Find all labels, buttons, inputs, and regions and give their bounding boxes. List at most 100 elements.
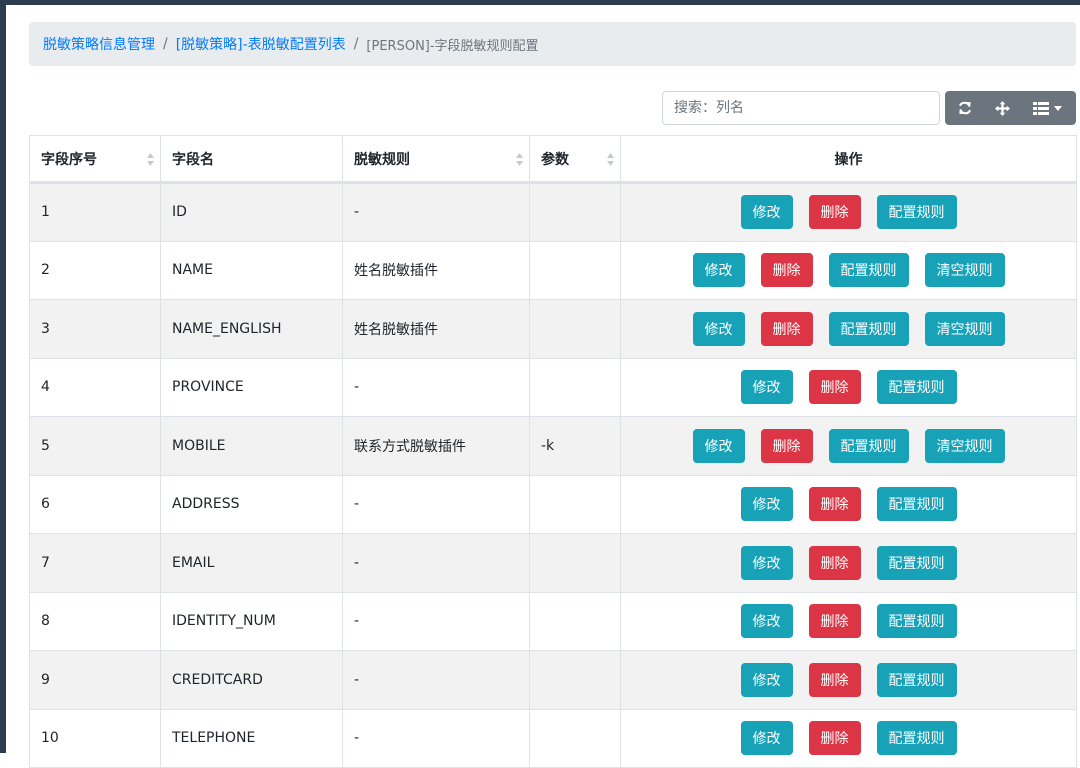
cell-rule: 姓名脱敏插件 — [342, 240, 530, 300]
config-rule-button[interactable]: 配置规则 — [876, 545, 957, 580]
table-toolbar — [945, 91, 1076, 125]
cell-seq: 7 — [29, 533, 161, 593]
config-rule-button[interactable]: 配置规则 — [828, 253, 909, 288]
config-rule-button[interactable]: 配置规则 — [828, 311, 909, 346]
cell-field-name: NAME_ENGLISH — [160, 299, 343, 359]
header-seq[interactable]: 字段序号 — [29, 135, 161, 184]
cell-seq: 8 — [29, 591, 161, 651]
cell-field-name: CREDITCARD — [160, 650, 343, 710]
cell-rule: - — [342, 474, 530, 534]
delete-button[interactable]: 删除 — [808, 370, 861, 405]
header-rule[interactable]: 脱敏规则 — [342, 135, 530, 184]
header-seq-label: 字段序号 — [41, 151, 97, 168]
config-rule-button[interactable]: 配置规则 — [876, 370, 957, 405]
cell-actions: 修改 删除 配置规则 清空规则 — [620, 240, 1077, 300]
header-param-label: 参数 — [541, 151, 569, 168]
table-row: 3 NAME_ENGLISH 姓名脱敏插件 修改 删除 配置规则 清空规则 — [29, 299, 1077, 359]
cell-param — [529, 474, 621, 534]
delete-button[interactable]: 删除 — [808, 545, 861, 580]
breadcrumb-separator: / — [163, 36, 168, 52]
delete-button[interactable]: 删除 — [808, 662, 861, 697]
refresh-icon — [959, 101, 971, 115]
cell-seq: 5 — [29, 416, 161, 476]
sort-icon — [516, 153, 523, 166]
cell-field-name: PROVINCE — [160, 357, 343, 417]
clear-rule-button[interactable]: 清空规则 — [924, 428, 1005, 463]
header-actions: 操作 — [620, 135, 1077, 184]
cell-param — [529, 533, 621, 593]
edit-button[interactable]: 修改 — [692, 428, 745, 463]
config-rule-button[interactable]: 配置规则 — [876, 195, 957, 230]
edit-button[interactable]: 修改 — [740, 487, 793, 522]
action-group: 修改 删除 配置规则 — [621, 545, 1076, 580]
edit-button[interactable]: 修改 — [740, 195, 793, 230]
cell-rule: - — [342, 650, 530, 710]
cell-actions: 修改 删除 配置规则 — [620, 650, 1077, 710]
cell-actions: 修改 删除 配置规则 — [620, 591, 1077, 651]
cell-param — [529, 299, 621, 359]
header-rule-label: 脱敏规则 — [354, 151, 410, 168]
cell-actions: 修改 删除 配置规则 — [620, 357, 1077, 417]
delete-button[interactable]: 删除 — [760, 253, 813, 288]
breadcrumb-current-page: [PERSON]-字段脱敏规则配置 — [366, 38, 539, 54]
delete-button[interactable]: 删除 — [808, 721, 861, 756]
edit-button[interactable]: 修改 — [740, 370, 793, 405]
cell-field-name: ADDRESS — [160, 474, 343, 534]
toggle-move-button[interactable] — [985, 91, 1019, 125]
action-group: 修改 删除 配置规则 — [621, 195, 1076, 230]
edit-button[interactable]: 修改 — [740, 721, 793, 756]
table-row: 9 CREDITCARD - 修改 删除 配置规则 — [29, 650, 1077, 710]
cell-rule: - — [342, 182, 530, 242]
edit-button[interactable]: 修改 — [740, 545, 793, 580]
breadcrumb-separator: / — [353, 36, 359, 52]
refresh-button[interactable] — [945, 91, 985, 125]
window-left-border — [0, 0, 6, 753]
breadcrumb-link-policy-management[interactable]: 脱敏策略信息管理 — [43, 34, 155, 54]
breadcrumb: 脱敏策略信息管理 / [脱敏策略]-表脱敏配置列表 / [PERSON]-字段脱… — [29, 22, 1076, 66]
config-rule-button[interactable]: 配置规则 — [828, 428, 909, 463]
cell-actions: 修改 删除 配置规则 清空规则 — [620, 299, 1077, 359]
action-group: 修改 删除 配置规则 — [621, 662, 1076, 697]
table-row: 4 PROVINCE - 修改 删除 配置规则 — [29, 357, 1077, 417]
table-row: 1 ID - 修改 删除 配置规则 — [29, 182, 1077, 242]
cell-seq: 6 — [29, 474, 161, 534]
header-field-name-label: 字段名 — [172, 151, 214, 168]
edit-button[interactable]: 修改 — [740, 662, 793, 697]
edit-button[interactable]: 修改 — [740, 604, 793, 639]
cell-param — [529, 357, 621, 417]
header-actions-label: 操作 — [834, 151, 863, 168]
cell-rule: 联系方式脱敏插件 — [342, 416, 530, 476]
cell-param — [529, 650, 621, 710]
breadcrumb-link-table-config[interactable]: [脱敏策略]-表脱敏配置列表 — [176, 34, 346, 54]
cell-seq: 1 — [29, 182, 161, 242]
columns-dropdown-button[interactable] — [1019, 91, 1076, 125]
config-rule-button[interactable]: 配置规则 — [876, 721, 957, 756]
delete-button[interactable]: 删除 — [808, 487, 861, 522]
delete-button[interactable]: 删除 — [808, 195, 861, 230]
header-param[interactable]: 参数 — [529, 135, 621, 184]
table-row: 7 EMAIL - 修改 删除 配置规则 — [29, 533, 1077, 593]
clear-rule-button[interactable]: 清空规则 — [924, 311, 1005, 346]
action-group: 修改 删除 配置规则 — [621, 370, 1076, 405]
cell-field-name: NAME — [160, 240, 343, 300]
cell-rule: - — [342, 357, 530, 417]
config-rule-button[interactable]: 配置规则 — [876, 487, 957, 522]
cell-field-name: EMAIL — [160, 533, 343, 593]
table-row: 5 MOBILE 联系方式脱敏插件 -k 修改 删除 配置规则 清空规则 — [29, 416, 1077, 476]
delete-button[interactable]: 删除 — [760, 311, 813, 346]
delete-button[interactable]: 删除 — [760, 428, 813, 463]
table-header-row: 字段序号 字段名 脱敏规则 参数 操作 — [29, 135, 1077, 184]
cell-actions: 修改 删除 配置规则 — [620, 182, 1077, 242]
edit-button[interactable]: 修改 — [692, 311, 745, 346]
delete-button[interactable]: 删除 — [808, 604, 861, 639]
cell-rule: - — [342, 591, 530, 651]
config-rule-button[interactable]: 配置规则 — [876, 662, 957, 697]
edit-button[interactable]: 修改 — [692, 253, 745, 288]
action-group: 修改 删除 配置规则 — [621, 604, 1076, 639]
action-group: 修改 删除 配置规则 清空规则 — [621, 311, 1076, 346]
cell-field-name: IDENTITY_NUM — [160, 591, 343, 651]
config-rule-button[interactable]: 配置规则 — [876, 604, 957, 639]
table-body: 1 ID - 修改 删除 配置规则 2 NAME 姓名脱敏插件 修改 删除 配置规则 清空规则 3 NAME… — [29, 182, 1077, 768]
clear-rule-button[interactable]: 清空规则 — [924, 253, 1005, 288]
search-input[interactable] — [662, 91, 940, 125]
